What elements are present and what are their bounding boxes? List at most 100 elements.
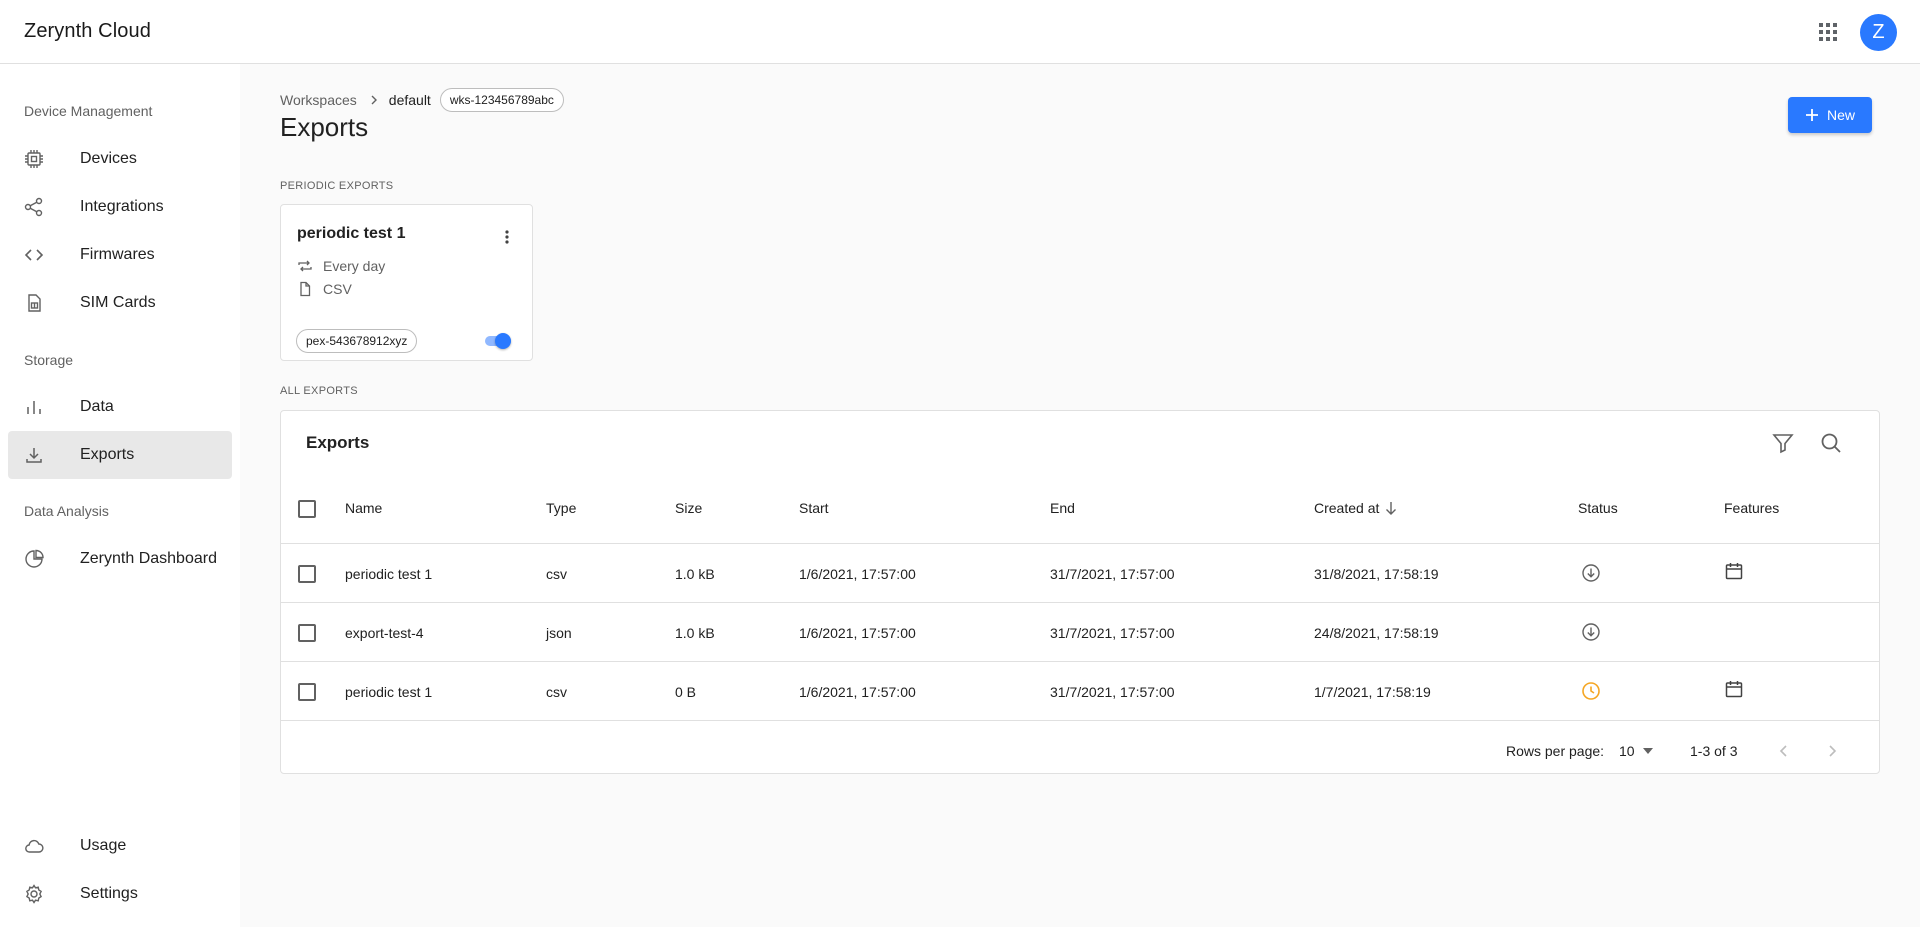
grid-apps-icon[interactable] bbox=[1815, 19, 1841, 45]
cell-name: export-test-4 bbox=[345, 625, 424, 641]
download-icon[interactable] bbox=[1581, 563, 1601, 583]
cell-size: 1.0 kB bbox=[675, 566, 715, 582]
bar-chart-icon bbox=[24, 397, 44, 417]
share-icon bbox=[24, 197, 44, 217]
download-icon[interactable] bbox=[1581, 622, 1601, 642]
sidebar-section-storage: Storage bbox=[24, 352, 74, 368]
cell-end: 31/7/2021, 17:57:00 bbox=[1050, 566, 1175, 582]
new-button[interactable]: New bbox=[1788, 97, 1872, 133]
divider bbox=[281, 543, 1879, 544]
clock-icon bbox=[1581, 681, 1601, 701]
repeat-icon bbox=[297, 258, 313, 274]
all-exports-heading: ALL EXPORTS bbox=[280, 385, 358, 397]
cell-size: 0 B bbox=[675, 684, 697, 700]
chevron-right-icon[interactable] bbox=[1823, 742, 1841, 760]
column-header-name[interactable]: Name bbox=[345, 500, 382, 516]
toggle-thumb bbox=[495, 333, 511, 349]
cell-type: json bbox=[546, 625, 572, 641]
chevron-left-icon[interactable] bbox=[1775, 742, 1793, 760]
sidebar-item-sim-cards[interactable]: SIM Cards bbox=[8, 279, 232, 327]
periodic-exports-heading: PERIODIC EXPORTS bbox=[280, 180, 394, 192]
column-header-start[interactable]: Start bbox=[799, 500, 829, 516]
column-header-created-at[interactable]: Created at bbox=[1314, 500, 1397, 516]
periodic-export-frequency: Every day bbox=[297, 258, 385, 274]
dropdown-arrow-icon bbox=[1642, 748, 1653, 754]
periodic-export-id-chip: pex-543678912xyz bbox=[296, 329, 418, 353]
page-title: Exports bbox=[280, 112, 369, 142]
cell-created-at: 31/8/2021, 17:58:19 bbox=[1314, 566, 1439, 582]
cell-type: csv bbox=[546, 684, 567, 700]
sidebar-item-data[interactable]: Data bbox=[8, 383, 232, 431]
sidebar-item-label: Firmwares bbox=[80, 246, 155, 263]
sidebar-item-label: Settings bbox=[80, 885, 138, 902]
avatar[interactable]: Z bbox=[1860, 14, 1897, 51]
row-checkbox[interactable] bbox=[298, 683, 316, 701]
code-icon bbox=[24, 245, 44, 265]
breadcrumb-current: default bbox=[388, 92, 431, 108]
sidebar-item-exports[interactable]: Exports bbox=[8, 431, 232, 479]
cell-created-at: 1/7/2021, 17:58:19 bbox=[1314, 684, 1431, 700]
cloud-icon bbox=[24, 836, 44, 856]
sidebar-item-zerynth-dashboard[interactable]: Zerynth Dashboard bbox=[8, 535, 232, 583]
sidebar-section-data-analysis: Data Analysis bbox=[24, 503, 109, 519]
sidebar-item-label: Integrations bbox=[80, 198, 164, 215]
gear-icon bbox=[24, 884, 44, 904]
more-vert-icon[interactable] bbox=[495, 225, 519, 249]
sidebar-item-usage[interactable]: Usage bbox=[8, 822, 232, 870]
breadcrumb-workspaces-link[interactable]: Workspaces bbox=[280, 92, 357, 108]
sidebar-item-integrations[interactable]: Integrations bbox=[8, 183, 232, 231]
workspace-id-chip: wks-123456789abc bbox=[439, 88, 564, 112]
cell-created-at: 24/8/2021, 17:58:19 bbox=[1314, 625, 1439, 641]
column-header-end[interactable]: End bbox=[1050, 500, 1075, 516]
sidebar-item-devices[interactable]: Devices bbox=[8, 135, 232, 183]
rows-per-page-label: Rows per page: bbox=[1506, 743, 1605, 759]
exports-table: Exports Name Type Size Start End Created… bbox=[280, 410, 1880, 774]
file-icon bbox=[297, 281, 313, 297]
frequency-text: Every day bbox=[323, 258, 386, 274]
sidebar-item-settings[interactable]: Settings bbox=[8, 870, 232, 918]
cell-start: 1/6/2021, 17:57:00 bbox=[799, 625, 916, 641]
sidebar-item-label: Exports bbox=[80, 446, 135, 463]
cell-start: 1/6/2021, 17:57:00 bbox=[799, 566, 916, 582]
pagination-range: 1-3 of 3 bbox=[1690, 743, 1738, 759]
column-header-created-at-label: Created at bbox=[1314, 500, 1380, 516]
breadcrumb: Workspaces default wks-123456789abc bbox=[280, 88, 564, 112]
sidebar-section-device-management: Device Management bbox=[24, 103, 153, 119]
filter-icon[interactable] bbox=[1769, 429, 1797, 457]
divider bbox=[281, 720, 1879, 721]
column-header-type[interactable]: Type bbox=[546, 500, 576, 516]
rows-per-page-select[interactable]: 10 bbox=[1619, 743, 1653, 759]
sidebar-item-label: SIM Cards bbox=[80, 294, 156, 311]
rows-per-page-value: 10 bbox=[1619, 743, 1635, 759]
plus-icon bbox=[1805, 108, 1819, 122]
select-all-checkbox[interactable] bbox=[298, 500, 316, 518]
periodic-export-format: CSV bbox=[297, 281, 352, 297]
table-title: Exports bbox=[306, 433, 370, 452]
sidebar-item-label: Devices bbox=[80, 150, 137, 167]
cell-type: csv bbox=[546, 566, 567, 582]
row-checkbox[interactable] bbox=[298, 624, 316, 642]
sim-card-icon bbox=[24, 293, 44, 313]
top-app-bar: Zerynth Cloud Z bbox=[0, 0, 1920, 64]
row-checkbox[interactable] bbox=[298, 565, 316, 583]
cell-name: periodic test 1 bbox=[345, 566, 433, 582]
cell-start: 1/6/2021, 17:57:00 bbox=[799, 684, 916, 700]
cell-name: periodic test 1 bbox=[345, 684, 433, 700]
sidebar-item-label: Usage bbox=[80, 837, 127, 854]
calendar-icon bbox=[1724, 679, 1744, 699]
search-icon[interactable] bbox=[1817, 429, 1845, 457]
cell-size: 1.0 kB bbox=[675, 625, 715, 641]
divider bbox=[281, 661, 1879, 662]
column-header-status[interactable]: Status bbox=[1578, 500, 1618, 516]
column-header-features[interactable]: Features bbox=[1724, 500, 1779, 516]
arrow-down-icon bbox=[1385, 501, 1397, 515]
sidebar: Device Management Devices Integrations F… bbox=[0, 64, 240, 927]
app-title: Zerynth Cloud bbox=[24, 20, 151, 42]
column-header-size[interactable]: Size bbox=[675, 500, 702, 516]
calendar-icon bbox=[1724, 561, 1744, 581]
periodic-export-card[interactable]: periodic test 1 Every day CSV pex-543678… bbox=[280, 204, 533, 361]
sidebar-item-label: Zerynth Dashboard bbox=[80, 550, 217, 567]
periodic-export-enabled-toggle[interactable] bbox=[483, 331, 513, 351]
sidebar-item-firmwares[interactable]: Firmwares bbox=[8, 231, 232, 279]
chevron-right-icon bbox=[367, 93, 381, 107]
